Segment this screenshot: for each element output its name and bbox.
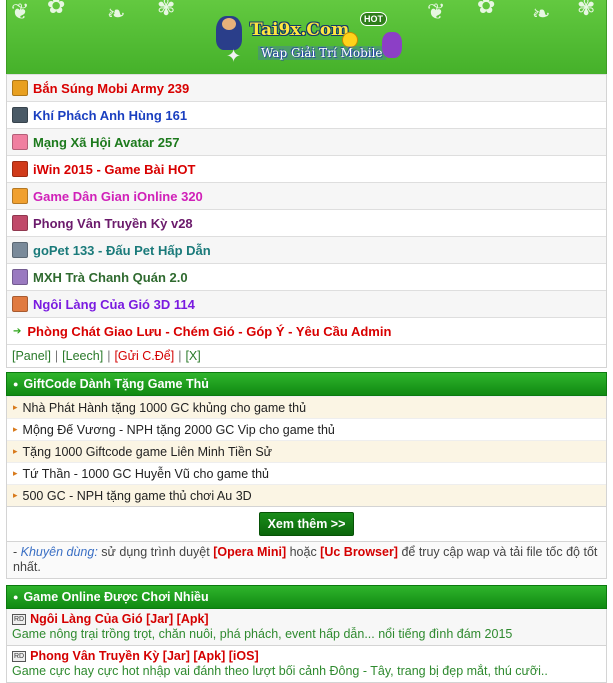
link-separator: | (178, 349, 182, 363)
quick-links: [Panel] | [Leech] | [Gửi C.Để] | [X] (7, 344, 606, 367)
swirl-ornament-icon: ❦ (427, 0, 446, 25)
chevron-right-icon: ▸ (13, 424, 18, 434)
giftcode-list: ▸ Nhà Phát Hành tặng 1000 GC khủng cho g… (6, 396, 607, 507)
game-link-row[interactable]: Phong Vân Truyền Kỳ v28 (7, 209, 606, 236)
site-logo[interactable]: ✦ Tai9x.Com HOT Wap Giải Trí Mobile (212, 12, 407, 70)
giftcode-item[interactable]: ▸ Nhà Phát Hành tặng 1000 GC khủng cho g… (7, 396, 606, 418)
swirl-ornament-icon: ❧ (532, 2, 551, 27)
page: ❦ ✿ ❧ ✾ ❦ ✿ ❧ ✾ ✦ Tai9x.Com HOT Wap Giải… (6, 0, 607, 683)
popular-list: RD Ngôi Làng Của Gió [Jar] [Apk] Game nô… (6, 609, 607, 683)
giftcode-section-header: ● GiftCode Dành Tặng Game Thủ (6, 372, 607, 396)
giftcode-item[interactable]: ▸ 500 GC - NPH tặng game thủ chơi Au 3D (7, 484, 606, 506)
chevron-right-icon: ▸ (13, 402, 18, 412)
section-title: GiftCode Dành Tặng Game Thủ (23, 377, 209, 391)
game-icon (12, 134, 28, 150)
download-badge-icon: RD (12, 650, 27, 662)
giftcode-item[interactable]: ▸ Mộng Đế Vương - NPH tặng 2000 GC Vip c… (7, 418, 606, 440)
popular-game-entry: RD Phong Vân Truyền Kỳ [Jar] [Apk] [iOS]… (6, 646, 607, 683)
game-icon (12, 269, 28, 285)
game-link-row[interactable]: Mạng Xã Hội Avatar 257 (7, 128, 606, 155)
swirl-ornament-icon: ❦ (11, 0, 30, 25)
browser-tip: - Khuyên dùng: sử dụng trình duyệt [Oper… (6, 541, 607, 579)
tip-prefix: - (13, 545, 21, 559)
chat-room-link[interactable]: Phòng Chát Giao Lưu - Chém Gió - Góp Ý -… (27, 324, 391, 339)
header-banner: ❦ ✿ ❧ ✾ ❦ ✿ ❧ ✾ ✦ Tai9x.Com HOT Wap Giải… (6, 0, 607, 74)
chevron-right-icon: ▸ (13, 490, 18, 500)
game-link[interactable]: Phong Vân Truyền Kỳ v28 (33, 216, 193, 231)
game-icon (12, 296, 28, 312)
game-icon (12, 215, 28, 231)
game-icon (12, 242, 28, 258)
game-link[interactable]: Game Dân Gian iOnline 320 (33, 189, 203, 204)
popular-section-header: ● Game Online Được Chơi Nhiều (6, 585, 607, 609)
tip-text: hoặc (286, 545, 321, 559)
popular-game-description: Game nông trại trồng trọt, chăn nuôi, ph… (12, 627, 513, 641)
game-icon (12, 107, 28, 123)
swirl-ornament-icon: ✾ (157, 0, 176, 21)
game-link-row[interactable]: MXH Trà Chanh Quán 2.0 (7, 263, 606, 290)
swirl-ornament-icon: ❧ (107, 2, 126, 27)
bullet-icon: ● (13, 592, 19, 602)
game-link-row[interactable]: Bắn Súng Mobi Army 239 (7, 74, 606, 101)
game-link[interactable]: goPet 133 - Đấu Pet Hấp Dẫn (33, 243, 211, 258)
chevron-right-icon: ▸ (13, 446, 18, 456)
popular-game-link[interactable]: Phong Vân Truyền Kỳ [Jar] [Apk] [iOS] (30, 649, 259, 663)
game-link[interactable]: Ngôi Làng Của Gió 3D 114 (33, 297, 195, 312)
link-separator: | (107, 349, 111, 363)
game-link-row[interactable]: iWin 2015 - Game Bài HOT (7, 155, 606, 182)
uc-browser-link[interactable]: [Uc Browser] (320, 545, 398, 559)
arrow-right-icon: ➔ (13, 325, 22, 337)
game-icon (12, 80, 28, 96)
logo-character-icon (216, 16, 242, 50)
game-link-row[interactable]: Khí Phách Anh Hùng 161 (7, 101, 606, 128)
game-icon (12, 188, 28, 204)
giftcode-link[interactable]: Tứ Thần - 1000 GC Huyễn Vũ cho game thủ (23, 467, 269, 481)
close-link[interactable]: [X] (185, 349, 200, 363)
game-link-row[interactable]: Ngôi Làng Của Gió 3D 114 (7, 290, 606, 317)
giftcode-link[interactable]: Nhà Phát Hành tặng 1000 GC khủng cho gam… (23, 401, 307, 415)
logo-subtitle: Wap Giải Trí Mobile (258, 46, 386, 60)
giftcode-link[interactable]: Tặng 1000 Giftcode game Liên Minh Tiền S… (23, 445, 273, 459)
bullet-icon: ● (13, 379, 19, 389)
section-title: Game Online Được Chơi Nhiều (23, 590, 209, 604)
logo-mascot-icon (382, 32, 402, 58)
link-separator: | (54, 349, 59, 363)
game-link[interactable]: Mạng Xã Hội Avatar 257 (33, 135, 179, 150)
logo-star-icon: ✦ (226, 46, 242, 66)
tip-label: Khuyên dùng: (20, 545, 98, 559)
game-link-row[interactable]: Game Dân Gian iOnline 320 (7, 182, 606, 209)
opera-mini-link[interactable]: [Opera Mini] (213, 545, 286, 559)
send-link[interactable]: [Gửi C.Để] (114, 349, 174, 363)
game-link[interactable]: MXH Trà Chanh Quán 2.0 (33, 270, 188, 285)
logo-text: Tai9x.Com (250, 20, 350, 40)
download-badge-icon: RD (12, 613, 27, 625)
giftcode-item[interactable]: ▸ Tặng 1000 Giftcode game Liên Minh Tiền… (7, 440, 606, 462)
chevron-right-icon: ▸ (13, 468, 18, 478)
logo-hot-badge: HOT (360, 12, 387, 26)
game-list: Bắn Súng Mobi Army 239 Khí Phách Anh Hùn… (6, 74, 607, 368)
swirl-ornament-icon: ✿ (47, 0, 66, 19)
giftcode-item[interactable]: ▸ Tứ Thần - 1000 GC Huyễn Vũ cho game th… (7, 462, 606, 484)
tip-text: sử dụng trình duyệt (97, 545, 214, 559)
swirl-ornament-icon: ✾ (577, 0, 596, 21)
popular-game-entry: RD Ngôi Làng Của Gió [Jar] [Apk] Game nô… (6, 609, 607, 646)
game-link[interactable]: iWin 2015 - Game Bài HOT (33, 162, 195, 177)
chat-room-row[interactable]: ➔ Phòng Chát Giao Lưu - Chém Gió - Góp Ý… (7, 317, 606, 344)
more-container: Xem thêm >> (6, 507, 607, 541)
panel-link[interactable]: [Panel] (12, 349, 51, 363)
game-link[interactable]: Khí Phách Anh Hùng 161 (33, 108, 187, 123)
swirl-ornament-icon: ✿ (477, 0, 496, 19)
game-icon (12, 161, 28, 177)
see-more-button[interactable]: Xem thêm >> (258, 512, 355, 536)
popular-game-link[interactable]: Ngôi Làng Của Gió [Jar] [Apk] (30, 612, 208, 626)
leech-link[interactable]: [Leech] (62, 349, 103, 363)
giftcode-link[interactable]: Mộng Đế Vương - NPH tặng 2000 GC Vip cho… (23, 423, 335, 437)
game-link-row[interactable]: goPet 133 - Đấu Pet Hấp Dẫn (7, 236, 606, 263)
giftcode-link[interactable]: 500 GC - NPH tặng game thủ chơi Au 3D (23, 489, 252, 503)
popular-game-description: Game cực hay cực hot nhập vai đánh theo … (12, 664, 548, 678)
game-link[interactable]: Bắn Súng Mobi Army 239 (33, 81, 189, 96)
